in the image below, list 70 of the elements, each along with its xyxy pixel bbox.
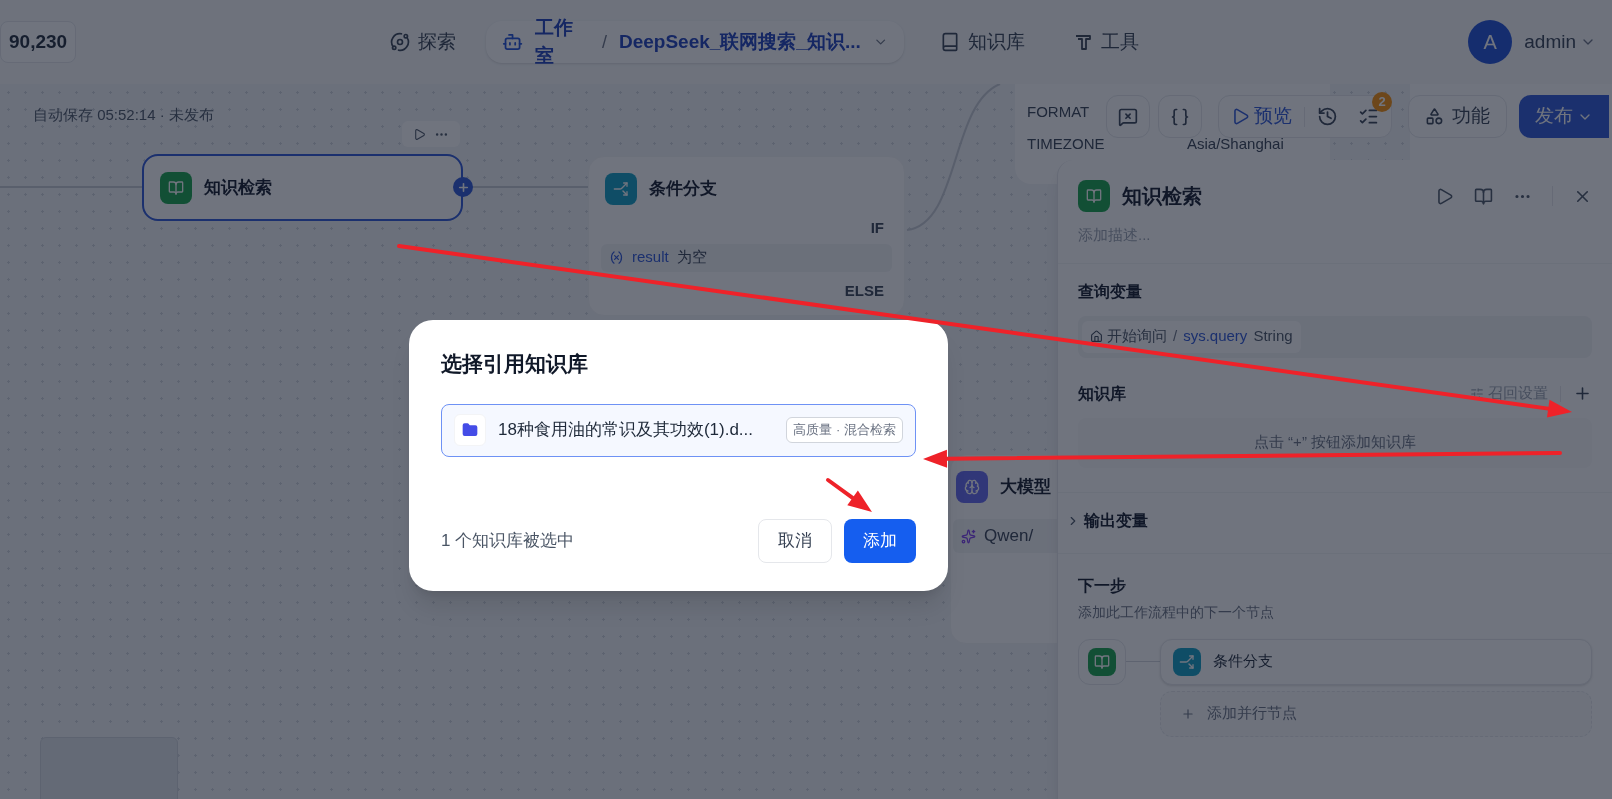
section-title: 下一步: [1078, 575, 1127, 596]
play-icon: [1231, 107, 1250, 126]
nav-tab[interactable]: 工具: [1073, 27, 1140, 57]
folder-icon: [454, 414, 486, 446]
condition-operator: 为空: [676, 247, 707, 268]
nav-tab[interactable]: 知识库: [940, 27, 1026, 57]
env-button[interactable]: [1158, 95, 1202, 138]
knowledge-base-name: 18种食用油的常识及其功效(1).d...: [498, 419, 754, 442]
app-name: DeepSeek_联网搜索_知识...: [618, 29, 861, 54]
selection-count: 1 个知识库被选中: [441, 530, 575, 553]
env-key: FORMAT: [1027, 102, 1090, 120]
braces-icon: [1170, 106, 1190, 127]
next-node-item[interactable]: 条件分支: [1160, 638, 1592, 685]
user-name[interactable]: admin: [1524, 27, 1576, 57]
play-icon[interactable]: [413, 127, 426, 141]
planet-icon: [390, 32, 411, 52]
env-key: TIMEZONE: [1027, 134, 1105, 152]
if-label: IF: [870, 218, 884, 238]
node-title: 大模型: [1000, 476, 1051, 499]
book-icon: [940, 32, 961, 52]
home-icon: [1090, 330, 1103, 343]
section-title: 查询变量: [1078, 281, 1143, 302]
publish-button[interactable]: 发布: [1519, 95, 1609, 138]
env-value: Asia/Shanghai: [1187, 133, 1284, 154]
robot-icon: [502, 31, 524, 53]
add-button[interactable]: 添加: [844, 519, 916, 563]
book-icon: [160, 171, 192, 204]
cancel-button[interactable]: 取消: [758, 519, 832, 563]
nav-tab[interactable]: 探索: [390, 27, 457, 57]
variable-chip: 开始询问 / sys.query String: [1082, 320, 1301, 353]
retrieval-tag: 高质量 · 混合检索: [786, 417, 903, 443]
book-icon: [1078, 180, 1110, 212]
plus-icon: [1181, 706, 1195, 721]
brain-icon: [956, 471, 988, 503]
model-icon: [961, 528, 976, 544]
condition-variable: result: [632, 247, 669, 268]
preview-button[interactable]: 预览: [1231, 102, 1292, 131]
model-name: Qwen/: [984, 525, 1034, 548]
add-node-handle[interactable]: [453, 177, 473, 197]
coordinates-label: 90,230: [0, 20, 77, 64]
branch-icon: [1173, 647, 1201, 676]
play-icon[interactable]: [1435, 186, 1454, 206]
breadcrumb-separator: /: [601, 30, 607, 54]
shapes-icon: [1425, 107, 1444, 126]
autosave-status: 自动保存 05:52:14 · 未发布: [33, 105, 214, 125]
tool-icon: [1073, 32, 1094, 52]
workflow-node[interactable]: 知识检索: [142, 154, 463, 221]
book-icon: [1088, 647, 1116, 676]
branch-icon: [605, 173, 637, 205]
node-title: 知识检索: [204, 176, 272, 199]
features-button[interactable]: 功能: [1408, 95, 1507, 138]
panel-title: 知识检索: [1122, 184, 1202, 209]
history-icon[interactable]: [1317, 106, 1338, 127]
node-title: 条件分支: [649, 178, 717, 201]
annotation-arrow: [826, 478, 872, 512]
clear-chat-button[interactable]: [1106, 95, 1150, 138]
book-icon[interactable]: [1474, 186, 1493, 206]
else-label: ELSE: [844, 280, 884, 301]
next-node-title: 条件分支: [1213, 651, 1273, 672]
dialog-title: 选择引用知识库: [441, 351, 589, 377]
issue-count-badge: 2: [1372, 92, 1392, 112]
knowledge-base-item[interactable]: 18种食用油的常识及其功效(1).d... 高质量 · 混合检索: [441, 403, 916, 457]
section-title: 知识库: [1078, 383, 1126, 404]
add-icon[interactable]: [1573, 384, 1592, 403]
variable-icon: [609, 250, 624, 265]
variable-field[interactable]: 开始询问 / sys.query String: [1078, 315, 1592, 358]
workflow-node[interactable]: 条件分支 IF result 为空 ELSE: [588, 156, 905, 316]
add-parallel-node-button[interactable]: 添加并行节点: [1160, 690, 1592, 737]
chat-clear-icon: [1118, 106, 1138, 127]
user-avatar[interactable]: A: [1468, 20, 1513, 64]
